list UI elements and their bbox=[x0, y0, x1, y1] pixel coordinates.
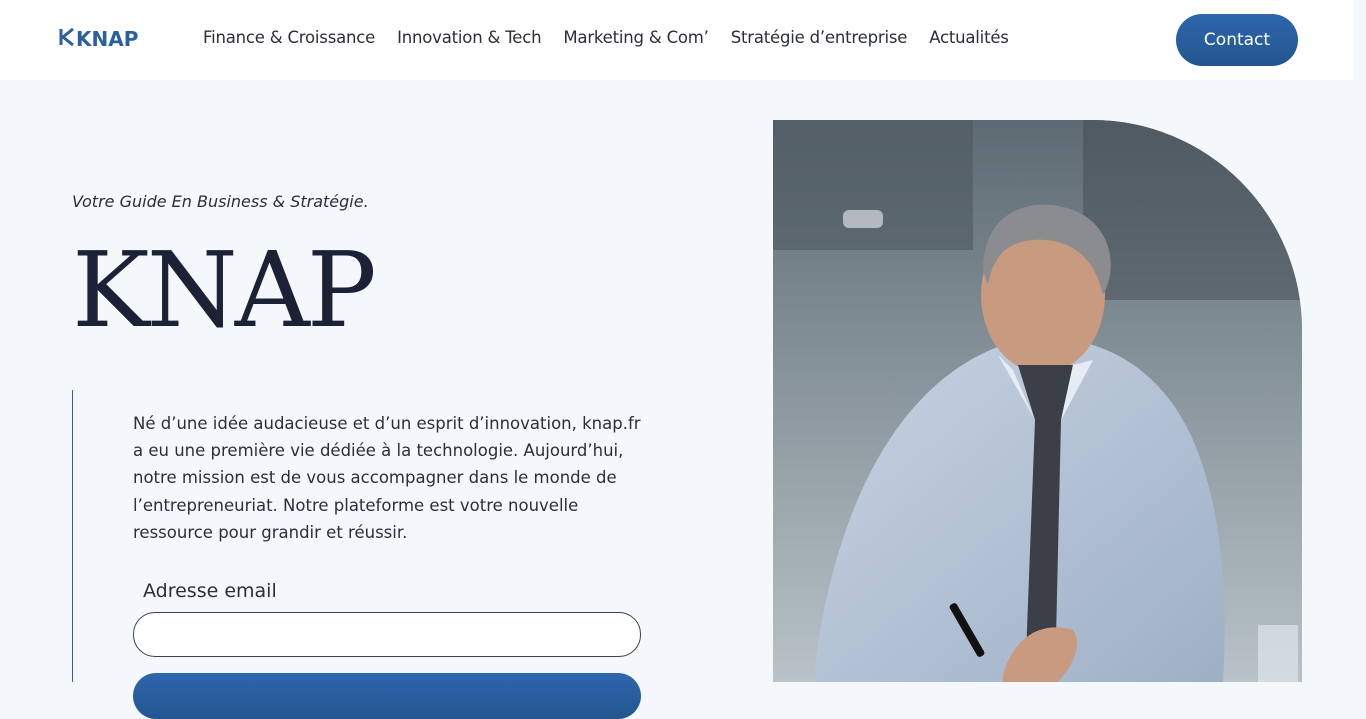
email-input[interactable] bbox=[133, 612, 641, 657]
main-nav: Finance & Croissance Innovation & Tech M… bbox=[203, 28, 1009, 47]
nav-item-marketing[interactable]: Marketing & Com’ bbox=[563, 28, 709, 47]
page-scrollbar[interactable] bbox=[1354, 0, 1366, 682]
nav-item-finance[interactable]: Finance & Croissance bbox=[203, 28, 375, 47]
hero-title: KNAP bbox=[72, 229, 377, 351]
subscribe-button[interactable] bbox=[133, 673, 641, 719]
email-label: Adresse email bbox=[143, 580, 277, 602]
nav-item-actualites[interactable]: Actualités bbox=[929, 28, 1009, 47]
hero-photo bbox=[773, 120, 1302, 682]
site-header: KNAP Finance & Croissance Innovation & T… bbox=[0, 0, 1354, 80]
nav-item-strategie[interactable]: Stratégie d’entreprise bbox=[731, 28, 908, 47]
site-logo[interactable]: KNAP bbox=[59, 26, 138, 52]
intro-divider bbox=[72, 390, 73, 682]
nav-item-innovation[interactable]: Innovation & Tech bbox=[397, 28, 541, 47]
businessman-photo-illustration bbox=[773, 120, 1302, 682]
logo-k-icon bbox=[59, 27, 75, 51]
intro-paragraph: Né d’une idée audacieuse et d’un esprit … bbox=[133, 414, 641, 542]
contact-button[interactable]: Contact bbox=[1176, 14, 1298, 66]
logo-text: KNAP bbox=[76, 27, 139, 51]
hero-tagline: Votre Guide En Business & Stratégie. bbox=[72, 192, 369, 211]
